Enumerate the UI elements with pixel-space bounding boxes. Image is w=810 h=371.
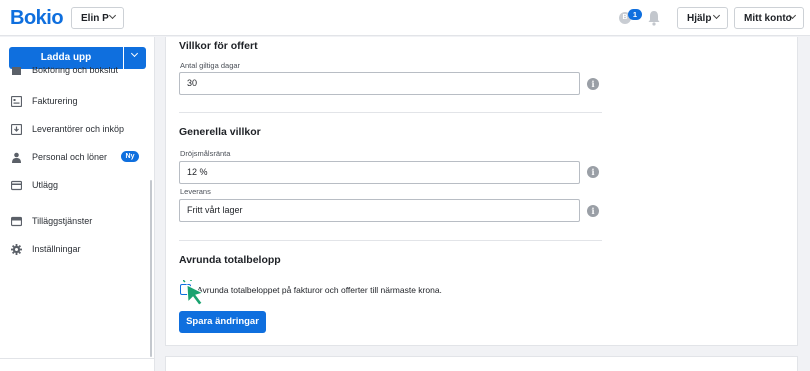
sidebar-item-label: Bokföring och bokslut xyxy=(32,67,119,75)
new-badge: Ny xyxy=(121,151,139,162)
upload-menu-button[interactable] xyxy=(124,47,146,69)
delivery-label: Leverans xyxy=(180,187,211,196)
sidebar-item-expenses[interactable]: Utlägg xyxy=(11,178,58,192)
sidebar-item-addon-services[interactable]: Tilläggstjänster xyxy=(11,214,92,228)
info-icon[interactable]: i xyxy=(587,166,599,178)
user-name: Elin P xyxy=(81,12,109,24)
general-terms-title: Generella villkor xyxy=(179,126,261,138)
sidebar-scrollbar[interactable] xyxy=(150,180,152,357)
chevron-down-icon xyxy=(130,49,139,58)
info-icon[interactable]: i xyxy=(587,78,599,90)
sidebar-item-personnel[interactable]: Personal och löner xyxy=(11,150,107,164)
bokio-logo[interactable]: Bokio xyxy=(10,7,64,30)
valid-days-label: Antal giltiga dagar xyxy=(180,61,241,70)
late-interest-label: Dröjsmålsränta xyxy=(180,149,231,158)
next-card xyxy=(165,356,798,371)
valid-days-input[interactable]: 30 xyxy=(179,72,580,95)
upload-button[interactable]: Ladda upp xyxy=(9,47,123,69)
book-icon xyxy=(12,67,21,75)
delivery-input[interactable]: Fritt vårt lager xyxy=(179,199,580,222)
rounding-title: Avrunda totalbelopp xyxy=(179,254,281,266)
upload-split-button: Ladda upp xyxy=(9,47,146,69)
sidebar-divider xyxy=(0,358,155,359)
my-account-button[interactable]: Mitt konto xyxy=(734,7,804,29)
gear-icon xyxy=(11,243,22,255)
sidebar-item-settings[interactable]: Inställningar xyxy=(11,242,81,256)
company-user-select[interactable]: Elin P xyxy=(71,7,124,29)
late-interest-input[interactable]: 12 % xyxy=(179,161,580,184)
help-button[interactable]: Hjälp xyxy=(677,7,728,29)
settings-card: Villkor för offert Antal giltiga dagar 3… xyxy=(165,37,798,346)
services-icon xyxy=(11,216,22,226)
sidebar-item-invoicing[interactable]: Fakturering xyxy=(11,94,78,108)
supplier-icon xyxy=(11,123,22,135)
sidebar-item-bookkeeping[interactable]: Bokföring och bokslut xyxy=(11,67,118,75)
account-label: Mitt konto xyxy=(744,12,792,24)
top-bar: Bokio Elin P B 1 Hjälp Mitt konto xyxy=(0,0,810,36)
card-icon xyxy=(11,180,22,190)
bell-icon[interactable] xyxy=(647,10,661,26)
sidebar-item-label: Fakturering xyxy=(32,96,78,106)
info-icon[interactable]: i xyxy=(587,205,599,217)
rounding-checkbox-label[interactable]: Avrunda totalbeloppet på fakturor och of… xyxy=(197,285,442,295)
chevron-down-icon xyxy=(712,11,721,20)
sidebar: Ladda upp Bokföring och bokslut Fakturer… xyxy=(0,37,155,371)
sidebar-item-suppliers[interactable]: Leverantörer och inköp xyxy=(11,122,124,136)
offer-terms-title: Villkor för offert xyxy=(179,40,258,52)
save-changes-button[interactable]: Spara ändringar xyxy=(179,311,266,333)
notification-count-badge: 1 xyxy=(628,9,642,20)
section-divider xyxy=(179,112,602,113)
sidebar-item-label: Utlägg xyxy=(32,180,59,190)
pointer-cursor-icon xyxy=(183,280,205,306)
section-divider xyxy=(179,240,602,241)
chevron-down-icon xyxy=(108,11,117,20)
sidebar-item-label: Leverantörer och inköp xyxy=(32,124,125,134)
sidebar-item-label: Personal och löner xyxy=(32,152,108,162)
sidebar-item-label: Tilläggstjänster xyxy=(32,216,93,226)
person-icon xyxy=(12,152,21,163)
invoice-icon xyxy=(11,95,22,107)
help-label: Hjälp xyxy=(687,12,712,24)
sidebar-item-label: Inställningar xyxy=(32,244,81,254)
